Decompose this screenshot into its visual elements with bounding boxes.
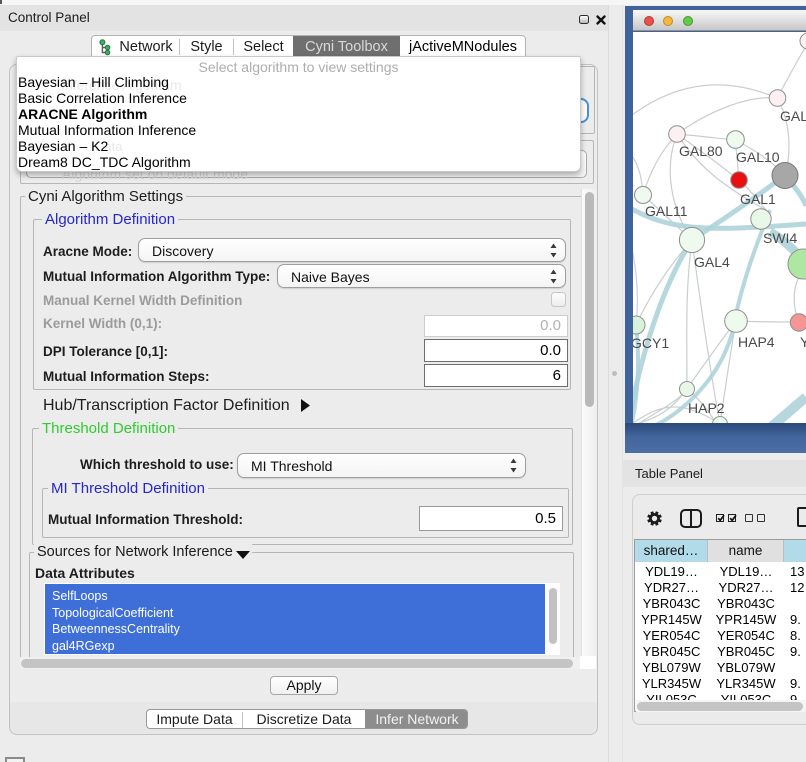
svg-text:GAL80: GAL80 — [780, 108, 806, 124]
svg-text:GAL80: GAL80 — [679, 143, 723, 159]
svg-text:HAP2: HAP2 — [688, 400, 725, 416]
svg-text:GAL10: GAL10 — [736, 149, 780, 165]
svg-text:SWI4: SWI4 — [763, 230, 797, 246]
svg-text:GCY1: GCY1 — [633, 335, 669, 351]
svg-text:GAL1: GAL1 — [740, 191, 776, 207]
svg-text:GAL11: GAL11 — [645, 203, 688, 219]
svg-text:GAL4: GAL4 — [694, 254, 730, 270]
svg-text:Y: Y — [800, 334, 806, 350]
svg-text:HAP4: HAP4 — [738, 334, 775, 350]
